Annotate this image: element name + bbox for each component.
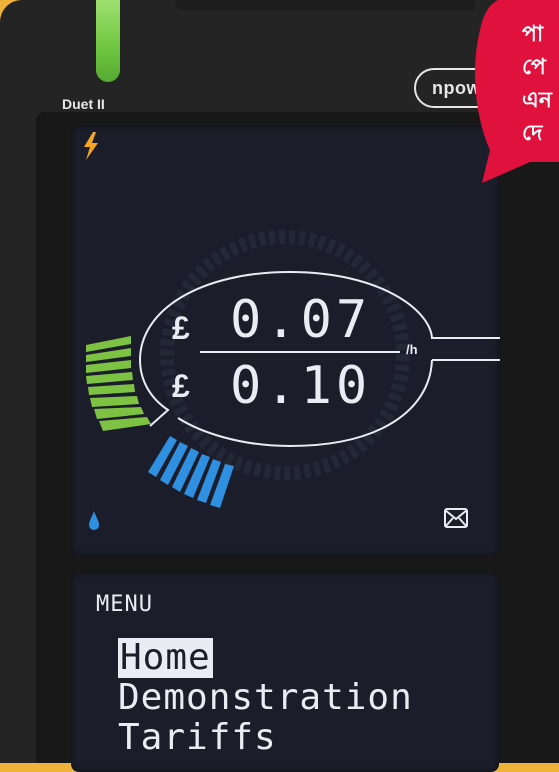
envelope-icon[interactable] [443,507,469,529]
currency-symbol-now: £ [172,310,190,346]
promo-banner-text: পা পে এন দে [522,18,559,178]
cost-unit-label: /h [406,342,418,357]
menu-item-tariffs[interactable]: Tariffs [118,718,277,758]
menu-panel: MENU [96,592,153,618]
usage-bar-blue [148,436,234,508]
banner-line: পা [522,22,544,47]
lightning-bolt-icon [84,132,98,160]
banner-line: পে [522,55,546,80]
banner-line: এন [522,88,552,113]
menu-item-demonstration[interactable]: Demonstration [118,678,413,718]
menu-item-home[interactable]: Home [118,638,213,678]
currency-symbol-next: £ [172,368,190,404]
menu-title: MENU [96,592,153,617]
cost-next-value: 0.10 [230,356,372,416]
cost-now-value: 0.07 [230,290,372,350]
water-drop-icon [89,511,99,530]
banner-line: দে [522,121,543,146]
